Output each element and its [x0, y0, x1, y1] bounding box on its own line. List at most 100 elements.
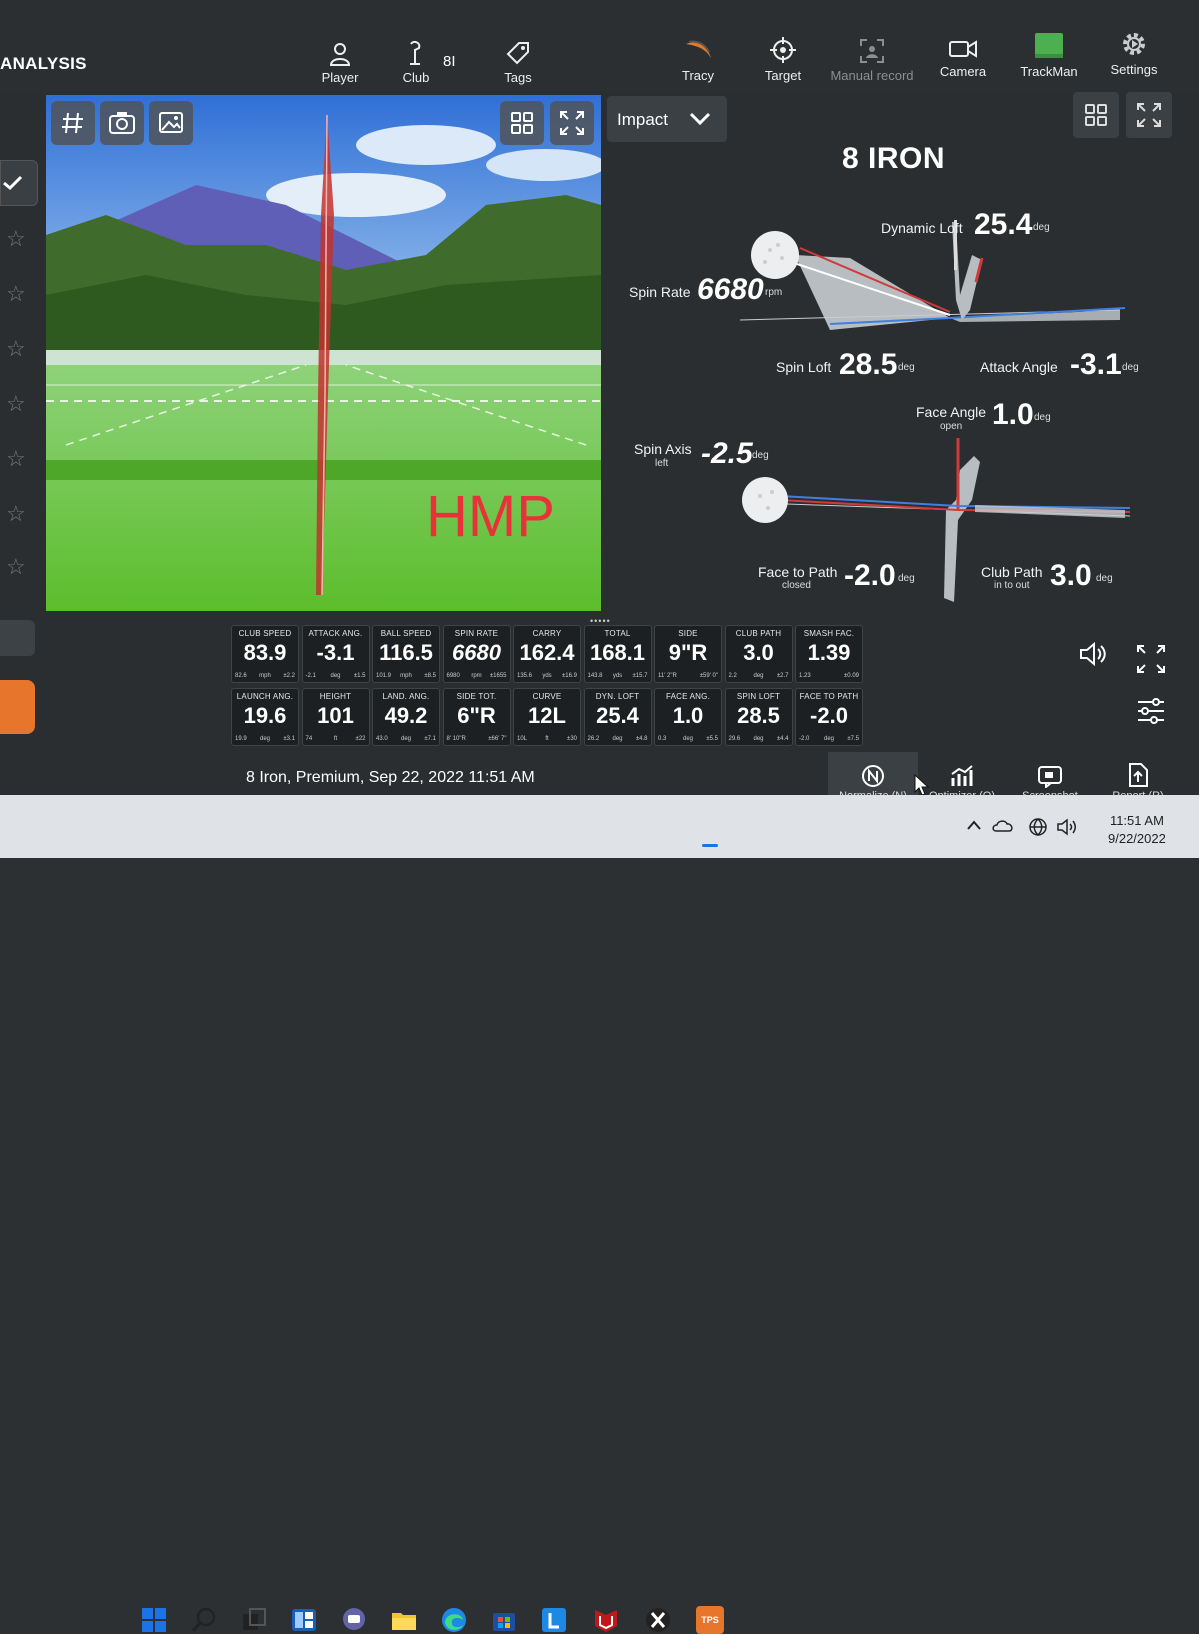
chevron-up-icon[interactable] — [966, 819, 982, 831]
snapshot-button[interactable] — [100, 101, 144, 145]
image-button[interactable] — [149, 101, 193, 145]
tile-title: ATTACK ANG. — [308, 629, 363, 638]
tile-title: CARRY — [532, 629, 562, 638]
favorite-star-icon[interactable]: ☆ — [6, 554, 26, 580]
club-path-sub: in to out — [994, 580, 1030, 591]
tps-app-icon[interactable]: TPS — [696, 1606, 724, 1634]
chevron-down-icon — [689, 112, 711, 126]
widgets-icon[interactable] — [290, 1606, 318, 1634]
metric-tile[interactable]: CARRY 162.4 135.6 yds ±16.9 — [513, 625, 581, 683]
metric-tile[interactable]: TOTAL 168.1 143.8 yds ±15.7 — [583, 625, 652, 683]
speaker-icon[interactable] — [1078, 641, 1108, 667]
metric-tile[interactable]: BALL SPEED 116.5 101.9 mph ±8.5 — [372, 625, 440, 683]
target-button[interactable]: Target — [760, 36, 806, 83]
trackman-button[interactable]: TrackMan — [1016, 32, 1082, 79]
spin-axis-value: -2.5 — [701, 437, 753, 470]
impact-expand-button[interactable] — [1126, 92, 1172, 138]
favorite-star-icon[interactable]: ☆ — [6, 281, 26, 307]
tile-title: CLUB PATH — [735, 629, 782, 638]
search-icon[interactable] — [190, 1606, 218, 1634]
expand-video-button[interactable] — [550, 101, 594, 145]
player-button[interactable]: Player — [318, 42, 362, 85]
tracy-button[interactable]: Tracy — [676, 38, 720, 83]
shot-item-tab[interactable] — [0, 620, 35, 656]
tile-value: 83.9 — [243, 640, 287, 665]
select-all-checkbox[interactable] — [0, 160, 38, 206]
favorite-star-icon[interactable]: ☆ — [6, 336, 26, 362]
favorite-star-icon[interactable]: ☆ — [6, 226, 26, 252]
windows-taskbar: TPS — [0, 795, 1199, 1634]
tags-button[interactable]: Tags — [500, 40, 536, 85]
metric-tile[interactable]: FACE ANG. 1.0 0.3 deg ±5.5 — [654, 688, 722, 746]
metric-tile[interactable]: SIDE TOT. 6"R 8' 10"R ±66' 7" — [442, 688, 511, 746]
metric-tile[interactable]: SMASH FAC. 1.39 1.23 ±0.09 — [795, 625, 863, 683]
edge-browser-icon[interactable] — [440, 1606, 468, 1634]
section-title: ANALYSIS — [0, 54, 87, 73]
face-to-path-value: -2.0 — [844, 559, 896, 592]
favorite-star-icon[interactable]: ☆ — [6, 446, 26, 472]
tile-average: 8' 10"R — [446, 736, 466, 742]
taskbar-clock[interactable]: 11:51 AM 9/22/2022 — [1108, 813, 1166, 846]
settings-button[interactable]: Settings — [1106, 30, 1162, 77]
spin-rate-value: 6680 — [697, 273, 764, 306]
normalize-button[interactable]: Normalize (N) — [828, 752, 918, 802]
manual-record-button[interactable]: Manual record — [826, 38, 918, 83]
tile-deviation: ±1.5 — [353, 673, 366, 679]
screenshot-icon — [1038, 766, 1062, 788]
optimizer-button[interactable]: Optimizer (O) — [918, 752, 1006, 802]
gear-icon — [1123, 33, 1145, 55]
onedrive-cloud-icon[interactable] — [992, 819, 1014, 833]
metric-tile[interactable]: LAUNCH ANG. 19.6 19.9 deg ±3.1 — [231, 688, 299, 746]
favorite-star-icon[interactable]: ☆ — [6, 391, 26, 417]
metric-tile[interactable]: FACE TO PATH -2.0 -2.0 deg ±7.5 — [795, 688, 863, 746]
l-app-icon[interactable] — [540, 1606, 568, 1634]
video-view[interactable]: HMP — [46, 95, 601, 611]
top-toolbar: ANALYSIS Player Club 8I Tags Tracy Targe… — [0, 0, 1199, 92]
metric-tile[interactable]: CLUB SPEED 83.9 82.6 mph ±2.2 — [231, 625, 299, 683]
app-window: ANALYSIS Player Club 8I Tags Tracy Targe… — [0, 0, 1199, 802]
camera-icon — [109, 112, 135, 134]
task-view-icon[interactable] — [240, 1606, 268, 1634]
person-icon — [329, 43, 351, 66]
report-button[interactable]: Report (R) — [1094, 752, 1182, 802]
face-angle-sub: open — [940, 421, 963, 432]
tile-value: 116.5 — [379, 640, 433, 665]
file-explorer-icon[interactable] — [390, 1606, 418, 1634]
spin-axis-sub: left — [655, 458, 669, 469]
metric-tile[interactable]: DYN. LOFT 25.4 26.2 deg ±4.8 — [583, 688, 652, 746]
favorite-star-icon[interactable]: ☆ — [6, 501, 26, 527]
spin-loft-value: 28.5 — [839, 348, 898, 381]
club-button[interactable]: Club — [398, 40, 434, 85]
camera-button[interactable]: Camera — [936, 38, 990, 79]
spin-loft-label: Spin Loft — [776, 359, 832, 375]
impact-layout-button[interactable] — [1073, 92, 1119, 138]
normalize-n-icon — [862, 765, 884, 787]
metric-tile[interactable]: SIDE 9"R 11' 2"R ±59' 0" — [654, 625, 722, 683]
metric-tile[interactable]: SPIN RATE 6680 6980 rpm ±1655 — [442, 625, 511, 683]
tile-value: 28.5 — [737, 703, 780, 728]
metric-tile[interactable]: LAND. ANG. 49.2 43.0 deg ±7.1 — [372, 688, 440, 746]
mcafee-icon[interactable] — [592, 1606, 620, 1634]
store-icon[interactable] — [490, 1606, 518, 1634]
volume-icon[interactable] — [1056, 818, 1078, 836]
layout-grid-button[interactable] — [500, 101, 544, 145]
metric-tile[interactable]: CLUB PATH 3.0 2.2 deg ±2.7 — [724, 625, 793, 683]
screenshot-button[interactable]: Screenshot — [1006, 752, 1094, 802]
sliders-icon[interactable] — [1136, 698, 1166, 724]
grid-toggle-button[interactable] — [51, 101, 95, 145]
windows-start-icon[interactable] — [140, 1606, 168, 1634]
fullscreen-icon[interactable] — [1136, 644, 1166, 674]
tile-value: 25.4 — [596, 703, 639, 728]
network-globe-icon[interactable] — [1028, 817, 1048, 837]
metric-tile[interactable]: SPIN LOFT 28.5 29.6 deg ±4.4 — [724, 688, 793, 746]
face-angle-unit: deg — [1034, 412, 1051, 423]
teams-chat-icon[interactable] — [340, 1606, 368, 1634]
view-dropdown[interactable]: Impact — [607, 96, 727, 142]
face-angle-label: Face Angle — [916, 404, 987, 420]
xbox-icon[interactable] — [644, 1606, 672, 1634]
mouse-cursor-icon — [914, 774, 930, 796]
metric-tile[interactable]: ATTACK ANG. -3.1 -2.1 deg ±1.5 — [301, 625, 370, 683]
selected-shot-tab[interactable] — [0, 680, 35, 734]
metric-tile[interactable]: CURVE 12L 10L ft ±30 — [513, 688, 581, 746]
metric-tile[interactable]: HEIGHT 101 74 ft ±22 — [301, 688, 370, 746]
